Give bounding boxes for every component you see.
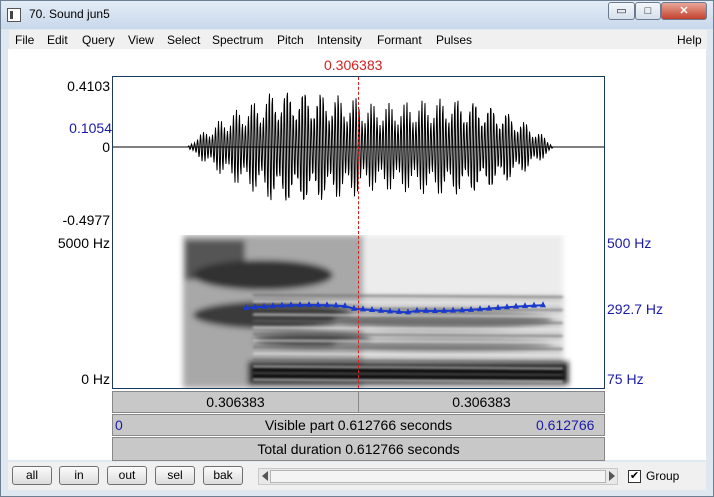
wave-zero-label: 0 bbox=[102, 139, 110, 155]
zoom-out-button[interactable]: out bbox=[107, 466, 147, 485]
scrollbar-thumb[interactable] bbox=[270, 470, 606, 483]
menu-help[interactable]: Help bbox=[677, 33, 702, 47]
pitch-top-label: 500 Hz bbox=[607, 235, 652, 251]
left-time-segment-bar[interactable]: 0.306383 bbox=[112, 391, 359, 413]
wave-max-label: 0.4103 bbox=[67, 78, 110, 94]
menu-bar: File Edit Query View Select Spectrum Pit… bbox=[9, 30, 707, 50]
menu-spectrum[interactable]: Spectrum bbox=[212, 33, 263, 47]
scroll-right-arrow-icon[interactable] bbox=[609, 471, 615, 481]
zoom-back-button[interactable]: bak bbox=[203, 466, 243, 485]
window-title: 70. Sound jun5 bbox=[29, 7, 110, 21]
cursor-time-label: 0.306383 bbox=[324, 57, 383, 73]
pitch-bottom-label: 75 Hz bbox=[607, 371, 644, 387]
close-button[interactable]: ✕ bbox=[661, 2, 707, 20]
menu-file[interactable]: File bbox=[15, 33, 34, 47]
menu-query[interactable]: Query bbox=[82, 33, 115, 47]
visible-start-label: 0 bbox=[115, 417, 123, 433]
menu-pulses[interactable]: Pulses bbox=[436, 33, 472, 47]
bottom-control-bar: all in out sel bak ✔ Group bbox=[8, 462, 706, 490]
pitch-value-label: 292.7 Hz bbox=[607, 301, 664, 317]
menu-view[interactable]: View bbox=[128, 33, 154, 47]
zoom-to-selection-button[interactable]: sel bbox=[155, 466, 195, 485]
zoom-in-button[interactable]: in bbox=[59, 466, 99, 485]
minimize-button[interactable]: ▭ bbox=[608, 2, 635, 20]
visible-end-label: 0.612766 bbox=[536, 417, 595, 433]
maximize-button[interactable]: □ bbox=[635, 2, 661, 20]
visible-part-bar[interactable]: Visible part 0.612766 seconds bbox=[112, 414, 605, 436]
wave-min-label: -0.4977 bbox=[62, 212, 110, 228]
menu-formant[interactable]: Formant bbox=[377, 33, 422, 47]
group-checkbox-label: Group bbox=[646, 469, 680, 483]
time-cursor-line[interactable] bbox=[358, 77, 359, 388]
praat-app-icon bbox=[7, 8, 21, 22]
spectrogram-top-frequency-label: 5000 Hz bbox=[57, 235, 110, 251]
menu-select[interactable]: Select bbox=[167, 33, 200, 47]
visible-part-text: Visible part 0.612766 seconds bbox=[264, 417, 453, 433]
right-time-segment-bar[interactable]: 0.306383 bbox=[358, 391, 605, 413]
wave-cursor-value-label: 0.1054 bbox=[69, 120, 112, 136]
menu-pitch[interactable]: Pitch bbox=[277, 33, 304, 47]
menu-edit[interactable]: Edit bbox=[47, 33, 68, 47]
menu-intensity[interactable]: Intensity bbox=[317, 33, 362, 47]
total-duration-bar[interactable]: Total duration 0.612766 seconds bbox=[112, 437, 605, 461]
group-checkbox[interactable]: ✔ bbox=[628, 470, 641, 483]
title-bar[interactable]: 70. Sound jun5 ▭ □ ✕ bbox=[1, 1, 713, 29]
horizontal-scrollbar[interactable] bbox=[258, 468, 618, 485]
show-all-button[interactable]: all bbox=[12, 466, 52, 485]
spectrogram-bottom-frequency-label: 0 Hz bbox=[81, 371, 110, 387]
scroll-left-arrow-icon[interactable] bbox=[262, 471, 268, 481]
